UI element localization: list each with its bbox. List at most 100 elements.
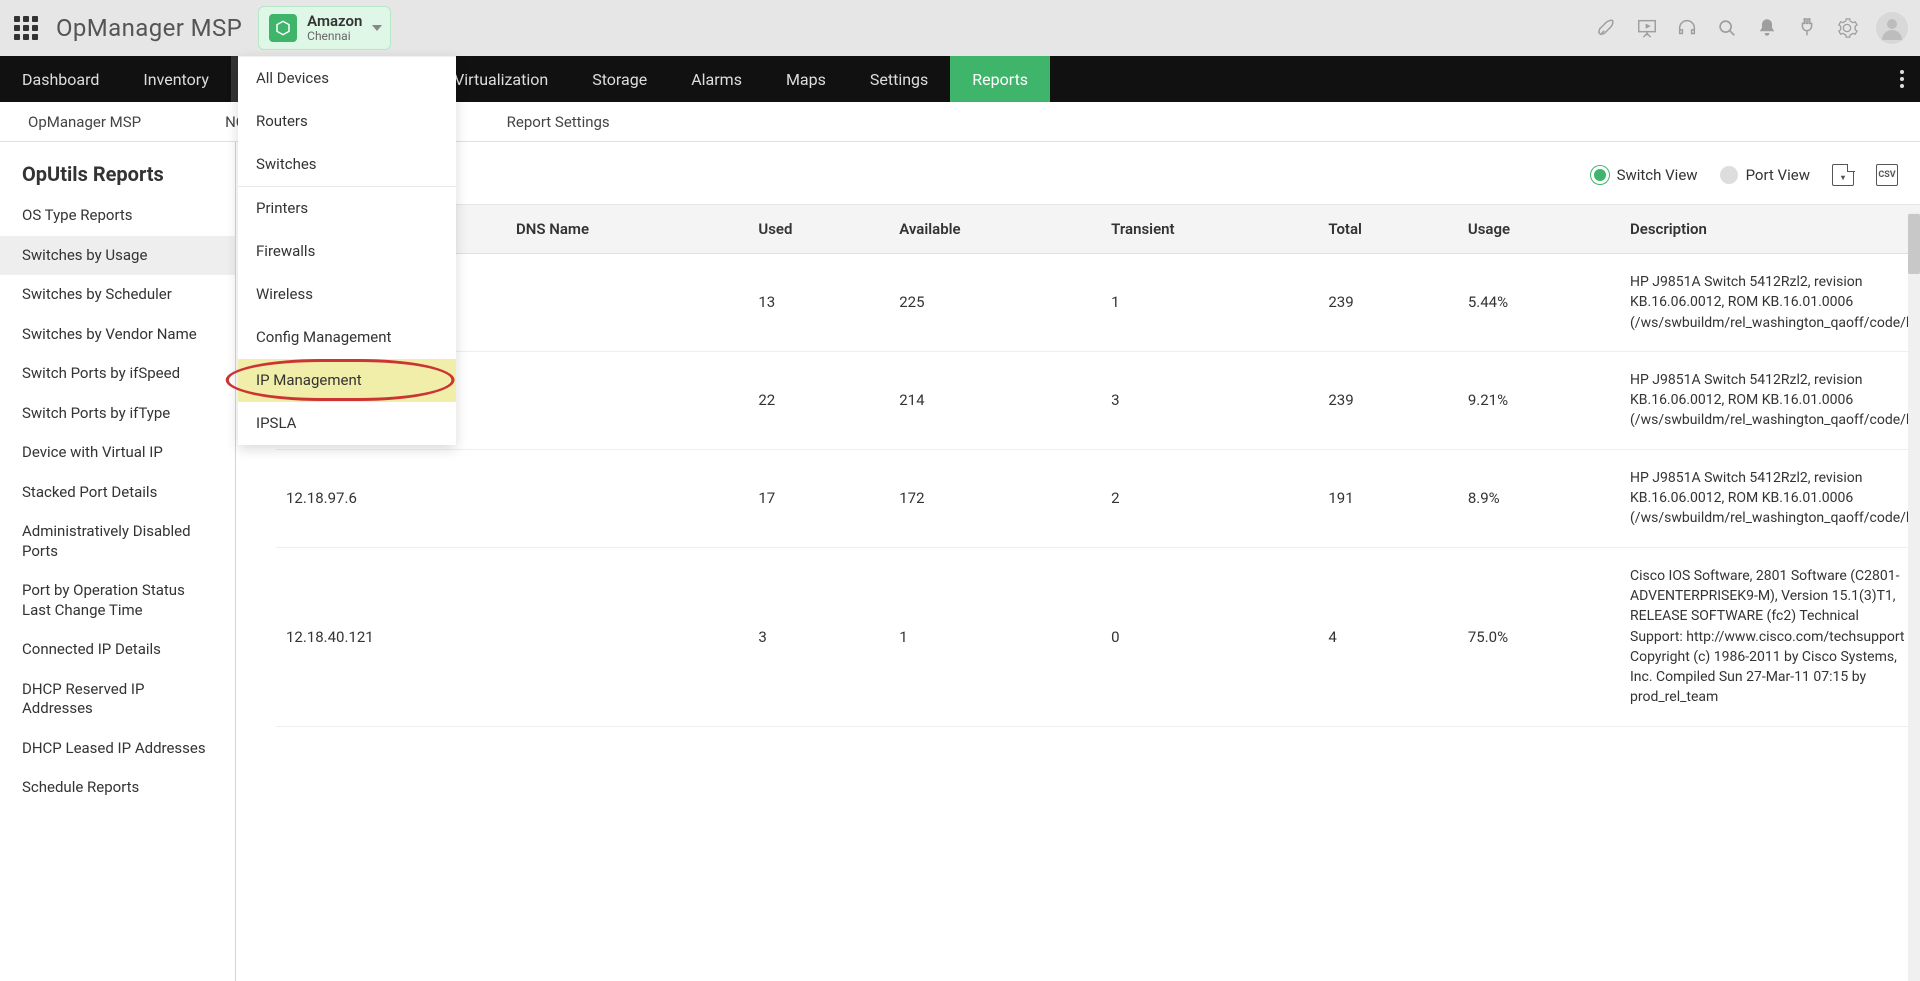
column-header[interactable]: Transient (1101, 205, 1318, 254)
column-header[interactable]: DNS Name (506, 205, 748, 254)
gear-icon[interactable] (1836, 17, 1858, 39)
table-cell: HP J9851A Switch 5412Rzl2, revision KB.1… (1620, 351, 1920, 449)
view-switch-button[interactable]: Switch View (1591, 166, 1698, 184)
view-port-button[interactable]: Port View (1720, 166, 1810, 184)
sidebar-item[interactable]: Administratively Disabled Ports (0, 512, 235, 571)
nav-item-storage[interactable]: Storage (570, 56, 669, 102)
column-header[interactable]: Usage (1458, 205, 1620, 254)
table-cell: 12.18.40.121 (276, 547, 506, 726)
plug-icon[interactable] (1796, 17, 1818, 39)
dropdown-item-ipsla[interactable]: IPSLA (238, 402, 456, 445)
column-header[interactable]: Used (748, 205, 889, 254)
sidebar-list: OS Type ReportsSwitches by UsageSwitches… (0, 196, 235, 981)
table-row: 1322512395.44%HP J9851A Switch 5412Rzl2,… (276, 254, 1920, 352)
dropdown-item-switches[interactable]: Switches (238, 143, 456, 186)
table-wrap: DNS NameUsedAvailableTransientTotalUsage… (276, 204, 1920, 981)
sidebar-item[interactable]: OS Type Reports (0, 196, 235, 236)
subtab-report-settings[interactable]: Report Settings (483, 102, 634, 141)
sidebar-item[interactable]: Port by Operation Status Last Change Tim… (0, 571, 235, 630)
user-avatar[interactable] (1876, 12, 1908, 44)
sidebar-title: OpUtils Reports (0, 142, 235, 196)
column-header[interactable]: Available (889, 205, 1101, 254)
scrollbar-thumb[interactable] (1908, 214, 1920, 274)
nav-item-maps[interactable]: Maps (764, 56, 848, 102)
network-dropdown: All DevicesRoutersSwitchesPrintersFirewa… (238, 56, 456, 445)
nav-item-settings[interactable]: Settings (848, 56, 950, 102)
column-header[interactable]: Total (1318, 205, 1458, 254)
table-cell (506, 547, 748, 726)
dropdown-item-all-devices[interactable]: All Devices (238, 57, 456, 100)
table-cell: Cisco IOS Software, 2801 Software (C2801… (1620, 547, 1920, 726)
dropdown-item-ip-management[interactable]: IP Management (238, 359, 456, 402)
dropdown-item-printers[interactable]: Printers (238, 186, 456, 230)
sidebar-item[interactable]: Switches by Vendor Name (0, 315, 235, 355)
radio-dot-icon (1720, 166, 1738, 184)
presentation-icon[interactable] (1636, 17, 1658, 39)
table-cell: 9.21% (1458, 351, 1620, 449)
sidebar: OpUtils Reports OS Type ReportsSwitches … (0, 142, 236, 981)
table-cell: 13 (748, 254, 889, 352)
sidebar-item[interactable]: Switch Ports by ifType (0, 394, 235, 434)
customer-secondary: Chennai (307, 30, 362, 43)
brand-title: OpManager MSP (56, 14, 242, 42)
sidebar-item[interactable]: Stacked Port Details (0, 473, 235, 513)
table-cell: 12.18.97.6 (276, 449, 506, 547)
view-option-label: Switch View (1617, 166, 1698, 184)
table-cell: 225 (889, 254, 1101, 352)
column-header[interactable]: Description (1620, 205, 1920, 254)
nav-more-icon[interactable] (1884, 56, 1920, 102)
table-cell: 4 (1318, 547, 1458, 726)
headset-icon[interactable] (1676, 17, 1698, 39)
nav-item-alarms[interactable]: Alarms (669, 56, 764, 102)
table-cell: HP J9851A Switch 5412Rzl2, revision KB.1… (1620, 449, 1920, 547)
dropdown-item-routers[interactable]: Routers (238, 100, 456, 143)
sidebar-item[interactable]: Schedule Reports (0, 768, 235, 808)
table-cell: 3 (1101, 351, 1318, 449)
table-header-row: DNS NameUsedAvailableTransientTotalUsage… (276, 205, 1920, 254)
topbar: OpManager MSP Amazon Chennai (0, 0, 1920, 56)
rocket-icon[interactable] (1596, 17, 1618, 39)
table-cell: 214 (889, 351, 1101, 449)
view-controls: Switch View Port View ▾ CSV (1591, 164, 1898, 186)
cube-icon (269, 14, 297, 42)
dropdown-item-wireless[interactable]: Wireless (238, 273, 456, 316)
switches-table: DNS NameUsedAvailableTransientTotalUsage… (276, 205, 1920, 727)
table-cell: 22 (748, 351, 889, 449)
nav-item-dashboard[interactable]: Dashboard (0, 56, 121, 102)
table-cell: 3 (748, 547, 889, 726)
table-cell: 75.0% (1458, 547, 1620, 726)
search-icon[interactable] (1716, 17, 1738, 39)
customer-selector[interactable]: Amazon Chennai (258, 6, 391, 50)
sidebar-item[interactable]: Device with Virtual IP (0, 433, 235, 473)
table-cell: 8.9% (1458, 449, 1620, 547)
table-row: 2221432399.21%HP J9851A Switch 5412Rzl2,… (276, 351, 1920, 449)
sidebar-item[interactable]: DHCP Leased IP Addresses (0, 729, 235, 769)
table-row: 12.18.97.61717221918.9%HP J9851A Switch … (276, 449, 1920, 547)
main-content: e Switch View Port View ▾ CSV DNS NameUs… (236, 142, 1920, 981)
dropdown-item-firewalls[interactable]: Firewalls (238, 230, 456, 273)
bell-icon[interactable] (1756, 17, 1778, 39)
table-cell (506, 254, 748, 352)
table-cell: 2 (1101, 449, 1318, 547)
table-cell (506, 351, 748, 449)
table-cell: 0 (1101, 547, 1318, 726)
table-cell (506, 449, 748, 547)
sidebar-item[interactable]: Switches by Usage (0, 236, 235, 276)
sidebar-item[interactable]: Switch Ports by ifSpeed (0, 354, 235, 394)
chevron-down-icon (372, 25, 382, 31)
apps-launcher-icon[interactable] (12, 14, 40, 42)
table-cell: 239 (1318, 254, 1458, 352)
table-row: 12.18.40.121 310475.0%Cisco IOS Software,… (276, 547, 1920, 726)
nav-item-inventory[interactable]: Inventory (121, 56, 231, 102)
topbar-icons (1596, 12, 1908, 44)
nav-item-reports[interactable]: Reports (950, 56, 1050, 102)
export-pdf-icon[interactable]: ▾ (1832, 164, 1854, 186)
sidebar-item[interactable]: DHCP Reserved IP Addresses (0, 670, 235, 729)
table-cell: 1 (889, 547, 1101, 726)
export-csv-icon[interactable]: CSV (1876, 164, 1898, 186)
sidebar-item[interactable]: Connected IP Details (0, 630, 235, 670)
dropdown-item-config-management[interactable]: Config Management (238, 316, 456, 359)
sidebar-item[interactable]: Switches by Scheduler (0, 275, 235, 315)
table-cell: HP J9851A Switch 5412Rzl2, revision KB.1… (1620, 254, 1920, 352)
subtab-opmanager-msp[interactable]: OpManager MSP (0, 102, 165, 141)
